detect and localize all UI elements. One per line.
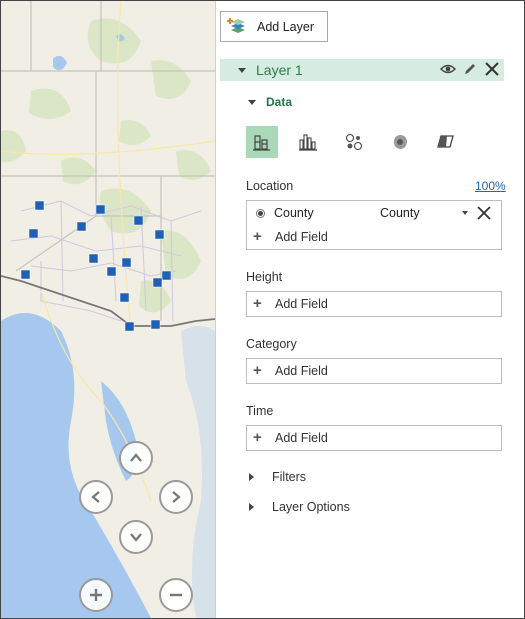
plus-icon: + bbox=[253, 295, 262, 312]
location-field-type[interactable]: County bbox=[380, 206, 462, 220]
collapse-arrow-icon[interactable] bbox=[238, 67, 246, 73]
eye-icon[interactable] bbox=[440, 61, 456, 77]
rotate-right-button[interactable] bbox=[159, 480, 193, 514]
add-field-label: Add Field bbox=[275, 230, 328, 244]
county-markers bbox=[20, 200, 172, 332]
pencil-icon[interactable] bbox=[462, 61, 478, 77]
county-marker bbox=[76, 221, 87, 232]
rotate-left-icon bbox=[91, 491, 100, 503]
app-frame: Add Layer Layer 1 Data Location 100% Cou… bbox=[0, 0, 525, 619]
location-add-field[interactable]: + Add Field bbox=[247, 225, 501, 249]
county-marker bbox=[124, 321, 135, 332]
county-marker bbox=[20, 269, 31, 280]
layer-options-section[interactable]: Layer Options bbox=[249, 500, 350, 514]
county-marker bbox=[133, 215, 144, 226]
county-marker bbox=[152, 277, 163, 288]
rotate-right-icon bbox=[172, 491, 181, 503]
stacked-column-icon bbox=[253, 135, 270, 151]
plus-icon: + bbox=[253, 429, 262, 446]
height-label: Height bbox=[246, 270, 283, 284]
heat-map-button[interactable] bbox=[384, 126, 416, 158]
layer-header[interactable]: Layer 1 bbox=[220, 59, 504, 81]
height-add-field[interactable]: + Add Field bbox=[247, 292, 501, 316]
expand-arrow-icon bbox=[249, 503, 254, 511]
county-marker bbox=[106, 266, 117, 277]
field-radio[interactable] bbox=[256, 208, 265, 218]
location-field-name: County bbox=[274, 206, 314, 220]
add-layer-label: Add Layer bbox=[257, 19, 314, 34]
zoom-in-icon bbox=[90, 589, 102, 601]
dropdown-arrow-icon[interactable] bbox=[462, 211, 468, 215]
clustered-column-button[interactable] bbox=[292, 126, 324, 158]
category-add-field[interactable]: + Add Field bbox=[247, 359, 501, 383]
bubble-button[interactable] bbox=[338, 126, 370, 158]
add-layer-button[interactable]: Add Layer bbox=[220, 11, 328, 42]
layer-pane: Add Layer Layer 1 Data Location 100% Cou… bbox=[215, 1, 524, 618]
clustered-column-icon bbox=[299, 134, 317, 151]
add-field-label: Add Field bbox=[275, 431, 328, 445]
tilt-up-button[interactable] bbox=[119, 441, 153, 475]
visualization-type-buttons bbox=[246, 126, 462, 158]
tilt-down-icon bbox=[130, 533, 142, 542]
category-label: Category bbox=[246, 337, 297, 351]
county-marker bbox=[119, 292, 130, 303]
category-well[interactable]: + Add Field bbox=[246, 358, 502, 384]
county-marker bbox=[88, 253, 99, 264]
collapse-arrow-icon[interactable] bbox=[248, 99, 256, 105]
height-well[interactable]: + Add Field bbox=[246, 291, 502, 317]
remove-field-icon[interactable] bbox=[476, 205, 492, 221]
filters-section[interactable]: Filters bbox=[249, 470, 306, 484]
county-marker bbox=[28, 228, 39, 239]
time-well[interactable]: + Add Field bbox=[246, 425, 502, 451]
rotate-left-button[interactable] bbox=[79, 480, 113, 514]
plus-icon: + bbox=[253, 362, 262, 379]
county-marker bbox=[161, 270, 172, 281]
data-section-header[interactable]: Data bbox=[248, 95, 292, 109]
add-field-label: Add Field bbox=[275, 297, 328, 311]
filters-label: Filters bbox=[272, 470, 307, 484]
county-marker bbox=[121, 257, 132, 268]
stacked-column-button[interactable] bbox=[246, 126, 278, 158]
zoom-out-icon bbox=[170, 593, 182, 597]
location-label: Location bbox=[246, 179, 294, 193]
layer-name: Layer 1 bbox=[256, 62, 303, 78]
close-icon[interactable] bbox=[484, 61, 500, 77]
time-add-field[interactable]: + Add Field bbox=[247, 426, 501, 450]
zoom-in-button[interactable] bbox=[79, 578, 113, 612]
bubble-icon bbox=[345, 133, 363, 151]
time-label: Time bbox=[246, 404, 274, 418]
county-marker bbox=[95, 204, 106, 215]
location-field-row[interactable]: County County bbox=[247, 201, 501, 225]
expand-arrow-icon bbox=[249, 473, 254, 481]
county-marker bbox=[154, 229, 165, 240]
location-percent-link[interactable]: 100% bbox=[475, 179, 506, 193]
add-field-label: Add Field bbox=[275, 364, 328, 378]
layer-options-label: Layer Options bbox=[272, 500, 350, 514]
heat-map-icon bbox=[394, 135, 407, 149]
region-icon bbox=[437, 135, 454, 148]
county-marker bbox=[34, 200, 45, 211]
region-button[interactable] bbox=[430, 126, 462, 158]
county-marker bbox=[150, 319, 161, 330]
zoom-out-button[interactable] bbox=[159, 578, 193, 612]
plus-icon: + bbox=[253, 228, 262, 245]
location-well[interactable]: County County + Add Field bbox=[246, 200, 502, 250]
tilt-up-icon bbox=[130, 453, 142, 462]
map-view[interactable] bbox=[1, 1, 215, 618]
data-section-label: Data bbox=[266, 95, 293, 109]
tilt-down-button[interactable] bbox=[119, 520, 153, 554]
add-layer-icon bbox=[227, 17, 245, 33]
